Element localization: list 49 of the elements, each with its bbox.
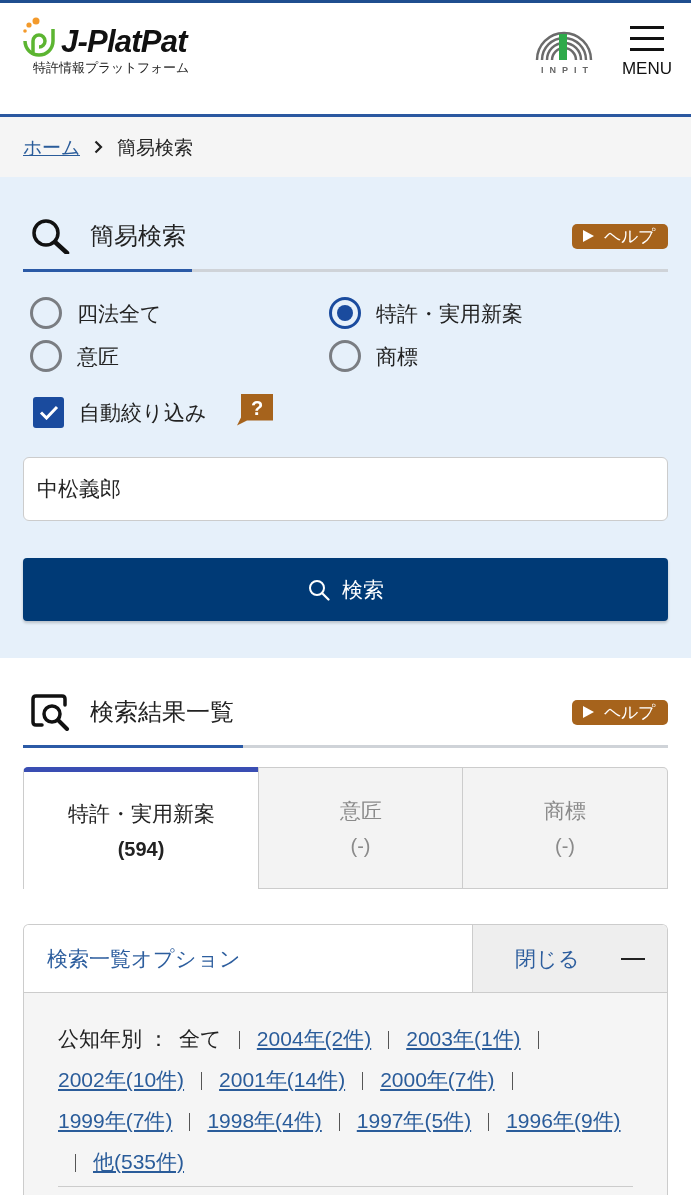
- breadcrumb-current: 簡易検索: [117, 137, 193, 157]
- collapse-button[interactable]: 閉じる: [472, 925, 667, 992]
- radio-label[interactable]: 特許・実用新案: [376, 302, 523, 324]
- play-icon: [583, 230, 594, 242]
- search-button[interactable]: 検索: [23, 558, 668, 621]
- search-frame-icon: [30, 693, 70, 731]
- radio-button[interactable]: [30, 340, 62, 372]
- year-link[interactable]: 他(535件): [93, 1150, 185, 1173]
- breadcrumb-link[interactable]: ホーム: [23, 137, 80, 157]
- radio-button[interactable]: [30, 297, 62, 329]
- section-title: 検索結果一覧: [90, 700, 234, 724]
- radio-button[interactable]: [329, 297, 361, 329]
- menu-button[interactable]: MENU: [621, 20, 672, 77]
- logo-tagline: 特許情報プラットフォーム: [33, 62, 189, 75]
- checkbox-label[interactable]: 自動絞り込み: [79, 402, 207, 423]
- panel-title: 検索一覧オプション: [47, 948, 241, 969]
- check-icon: [38, 405, 59, 420]
- spiral-logo-icon: [22, 17, 58, 57]
- result-tab[interactable]: 意匠 (-): [258, 767, 463, 889]
- result-tab[interactable]: 特許・実用新案 (594): [23, 767, 258, 889]
- radio-label[interactable]: 商標: [376, 345, 418, 367]
- checkbox[interactable]: [33, 397, 64, 428]
- logo-wordmark: J-PlatPat: [61, 26, 187, 57]
- help-bubble-button[interactable]: ?: [237, 393, 273, 426]
- year-link[interactable]: 2001年(14件): [219, 1068, 346, 1091]
- year-link[interactable]: 2004年(2件): [256, 1027, 372, 1050]
- radio-label[interactable]: 四法全て: [77, 302, 162, 324]
- section-title: 簡易検索: [90, 224, 186, 248]
- help-button[interactable]: ヘルプ: [572, 699, 668, 725]
- result-tab[interactable]: 商標 (-): [463, 767, 668, 889]
- filter-label: 公知年別 ：: [58, 1027, 169, 1050]
- radio-button[interactable]: [329, 340, 361, 372]
- filter-current: 全て: [178, 1027, 222, 1050]
- menu-icon: [629, 26, 664, 51]
- year-link[interactable]: 2003年(1件): [406, 1027, 521, 1050]
- help-button[interactable]: ヘルプ: [572, 223, 668, 249]
- play-icon: [583, 706, 594, 718]
- year-link[interactable]: 2000年(7件): [380, 1068, 495, 1091]
- radio-label[interactable]: 意匠: [77, 345, 119, 367]
- year-link[interactable]: 1998年(4件): [207, 1109, 322, 1132]
- year-link[interactable]: 1996年(9件): [506, 1109, 621, 1132]
- search-icon: [30, 218, 70, 254]
- year-link[interactable]: 1997年(5件): [356, 1109, 472, 1132]
- year-link[interactable]: 2002年(10件): [58, 1068, 185, 1091]
- search-icon: [307, 578, 330, 601]
- search-field[interactable]: 中松義郎: [23, 457, 668, 521]
- year-link[interactable]: 1999年(7件): [58, 1109, 173, 1132]
- partner-logo-text: INPIT: [539, 66, 594, 75]
- chevron-right-icon: [94, 140, 103, 154]
